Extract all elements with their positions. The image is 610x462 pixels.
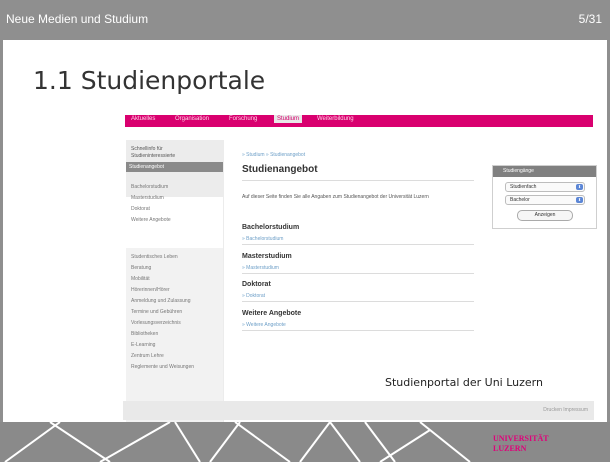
sidebar-item-elearning[interactable]: E-Learning [131, 342, 155, 348]
university-logo: UNIVERSITÄT LUZERN [493, 434, 549, 454]
link-masterstudium[interactable]: » Masterstudium [242, 265, 279, 271]
select-value: Bachelor [510, 197, 530, 203]
studiengaenge-widget: Studiengänge Studienfach ⬍ Bachelor ⬍ An… [492, 165, 597, 229]
nav-item-weiterbildung[interactable]: Weiterbildung [317, 116, 354, 122]
sidebar: Schnellinfo für Studieninteressierte Stu… [126, 140, 224, 450]
link-weitere-angebote[interactable]: » Weitere Angebote [242, 322, 286, 328]
website-footer: Drucken Impressum [123, 401, 594, 420]
breadcrumb[interactable]: » Studium » Studienangebot [242, 152, 305, 158]
section-title-doktorat: Doktorat [242, 281, 271, 288]
slide-header-title: Neue Medien und Studium [6, 12, 149, 26]
anzeigen-button[interactable]: Anzeigen [517, 210, 573, 221]
sidebar-item-hoerer[interactable]: Hörerinnen/Hörer [131, 287, 170, 293]
select-arrow-icon: ⬍ [576, 184, 583, 190]
section-divider [242, 273, 474, 274]
sidebar-item-termine[interactable]: Termine und Gebühren [131, 309, 182, 315]
select-arrow-icon: ⬍ [576, 197, 583, 203]
select-value: Studienfach [510, 184, 537, 190]
section-title-bachelor: Bachelorstudium [242, 224, 300, 231]
sidebar-item-reglemente[interactable]: Reglemente und Weisungen [131, 364, 194, 370]
sidebar-item-schnellinfo[interactable]: Schnellinfo für [131, 146, 163, 152]
sidebar-item-mobilitaet[interactable]: Mobilität [131, 276, 150, 282]
sidebar-item-doktorat[interactable]: Doktorat [131, 206, 150, 212]
frame-left-border [0, 40, 3, 460]
main-navigation: Aktuelles Organisation Forschung Studium… [125, 115, 593, 127]
sidebar-item-studieninteressierte[interactable]: Studieninteressierte [131, 153, 175, 159]
section-divider [242, 301, 474, 302]
nav-item-forschung[interactable]: Forschung [229, 116, 257, 122]
section-divider [242, 244, 474, 245]
studienfach-select[interactable]: Studienfach ⬍ [505, 182, 585, 192]
footer-links[interactable]: Drucken Impressum [543, 407, 588, 413]
sidebar-item-anmeldung[interactable]: Anmeldung und Zulassung [131, 298, 191, 304]
widget-header: Studiengänge [493, 166, 596, 177]
sidebar-item-masterstudium[interactable]: Masterstudium [131, 195, 164, 201]
slide-header: Neue Medien und Studium 5/31 [0, 0, 610, 40]
sidebar-item-vorlesungsverzeichnis[interactable]: Vorlesungsverzeichnis [131, 320, 181, 326]
link-bachelorstudium[interactable]: » Bachelorstudium [242, 236, 283, 242]
section-title-master: Masterstudium [242, 253, 292, 260]
link-doktorat[interactable]: » Doktorat [242, 293, 265, 299]
nav-item-studium[interactable]: Studium [274, 115, 303, 123]
nav-item-aktuelles[interactable]: Aktuelles [131, 116, 155, 122]
intro-text: Auf dieser Seite finden Sie alle Angaben… [242, 194, 429, 200]
section-title-weitere: Weitere Angebote [242, 310, 302, 317]
slide-page-number: 5/31 [578, 12, 602, 26]
sidebar-item-beratung[interactable]: Beratung [131, 265, 151, 271]
sidebar-item-bachelorstudium[interactable]: Bachelorstudium [131, 184, 168, 190]
logo-line-2: LUZERN [493, 444, 527, 453]
degree-select[interactable]: Bachelor ⬍ [505, 195, 585, 205]
sidebar-item-bibliotheken[interactable]: Bibliotheken [131, 331, 158, 337]
widget-title: Studiengänge [503, 168, 534, 174]
page-heading: Studienangebot [242, 164, 318, 175]
image-caption: Studienportal der Uni Luzern [385, 376, 543, 389]
sidebar-item-studienangebot[interactable]: Studienangebot [126, 162, 223, 172]
section-divider [242, 330, 474, 331]
sidebar-item-zentrum-lehre[interactable]: Zentrum Lehre [131, 353, 164, 359]
slide-title: 1.1 Studienportale [33, 66, 266, 95]
sidebar-item-studentisches-leben[interactable]: Studentisches Leben [131, 254, 178, 260]
sidebar-item-weitere-angebote[interactable]: Weitere Angebote [131, 217, 171, 223]
nav-item-organisation[interactable]: Organisation [175, 116, 209, 122]
heading-divider [242, 180, 474, 181]
logo-line-1: UNIVERSITÄT [493, 434, 549, 443]
